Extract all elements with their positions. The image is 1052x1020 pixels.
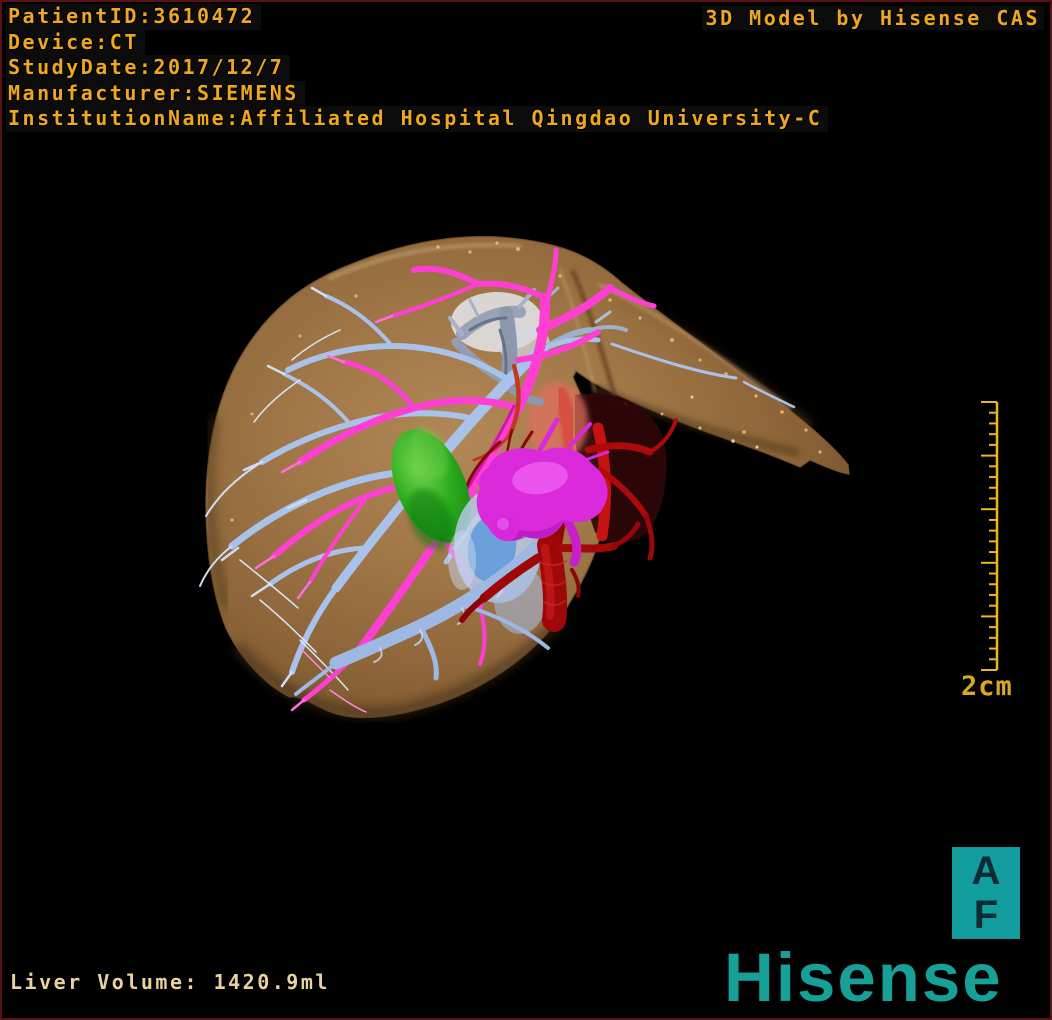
viewport-border — [0, 0, 1052, 1020]
